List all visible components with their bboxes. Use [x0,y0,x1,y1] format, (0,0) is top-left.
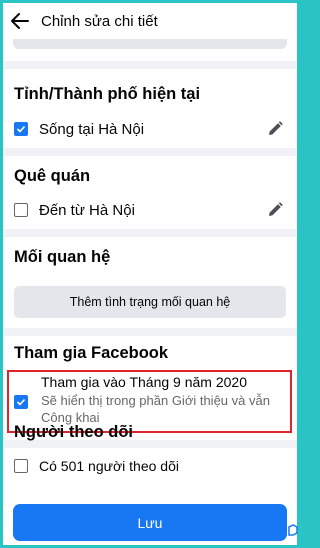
joined-row: Tham gia vào Tháng 9 năm 2020 Sẽ hiển th… [14,374,287,426]
check-icon [16,398,26,406]
relationship-title: Mối quan hệ [14,248,111,266]
pencil-icon [269,202,283,216]
section-divider [3,328,297,336]
hometown-checkbox[interactable] [14,203,28,217]
followers-label: Có 501 người theo dõi [39,458,179,474]
joined-text: Tham gia vào Tháng 9 năm 2020 Sẽ hiển th… [41,374,287,426]
hometown-label: Đến từ Hà Nội [39,201,135,219]
section-divider [3,229,297,237]
section-divider [3,148,297,156]
phone-screen: Chỉnh sửa chi tiết Tỉnh/Thành phố hiện t… [3,3,297,545]
pencil-icon [269,121,283,135]
current-city-checkbox[interactable] [14,122,28,136]
followers-row: Có 501 người theo dõi [14,458,179,474]
back-button[interactable] [5,3,35,39]
arrow-left-icon [11,13,29,29]
current-city-row: Sống tại Hà Nội [14,118,286,140]
followers-checkbox[interactable] [14,459,28,473]
joined-sublabel: Sẽ hiển thị trong phần Giới thiệu và vẫn… [41,393,270,425]
watermark-logo-icon [288,524,298,536]
current-city-label: Sống tại Hà Nội [39,120,145,138]
followers-title: Người theo dõi [14,423,133,441]
joined-checkbox[interactable] [14,395,28,409]
edit-hometown-button[interactable] [264,199,286,221]
previous-section-edge [13,39,287,49]
current-city-title: Tỉnh/Thành phố hiện tại [14,85,201,103]
section-divider [3,61,297,69]
add-relationship-button[interactable]: Thêm tình trạng mối quan hệ [14,286,286,318]
check-icon [16,125,26,133]
hometown-row: Đến từ Hà Nội [14,199,286,221]
joined-facebook-title: Tham gia Facebook [14,344,169,362]
save-button[interactable]: Lưu [13,504,287,541]
header: Chỉnh sửa chi tiết [3,3,297,39]
page-title: Chỉnh sửa chi tiết [41,12,158,30]
edit-current-city-button[interactable] [264,118,286,140]
hometown-title: Quê quán [14,167,91,185]
joined-label: Tham gia vào Tháng 9 năm 2020 [41,374,247,390]
